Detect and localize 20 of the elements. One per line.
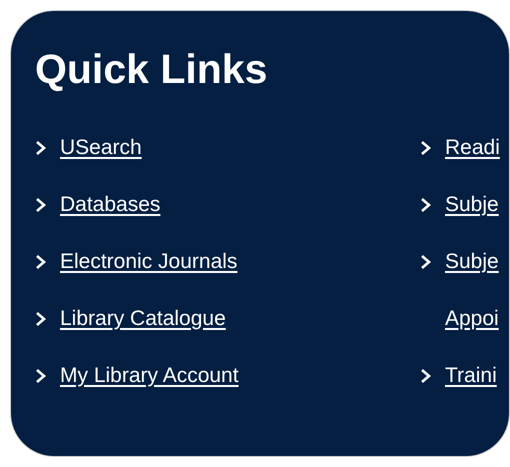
quick-link[interactable]: My Library Account [60, 364, 239, 388]
chevron-icon [35, 312, 47, 326]
chevron-icon [35, 141, 47, 155]
quick-link[interactable]: Appoi [445, 307, 499, 331]
chevron-icon [35, 255, 47, 269]
chevron-icon [420, 369, 432, 383]
quick-link[interactable]: Databases [60, 193, 160, 217]
quick-link[interactable]: Subje [445, 193, 499, 217]
chevron-icon [420, 255, 432, 269]
quick-link[interactable]: Electronic Journals [60, 250, 238, 274]
chevron-icon [420, 198, 432, 212]
quick-link[interactable]: USearch [60, 136, 142, 160]
quick-link[interactable]: Traini [445, 364, 497, 388]
quick-link[interactable]: Library Catalogue [60, 307, 226, 331]
panel-title: Quick Links [35, 49, 268, 90]
chevron-icon [420, 141, 432, 155]
chevron-icon [35, 369, 47, 383]
chevron-icon [35, 198, 47, 212]
quick-link[interactable]: Subje [445, 250, 499, 274]
quick-link[interactable]: Readi [445, 136, 500, 160]
